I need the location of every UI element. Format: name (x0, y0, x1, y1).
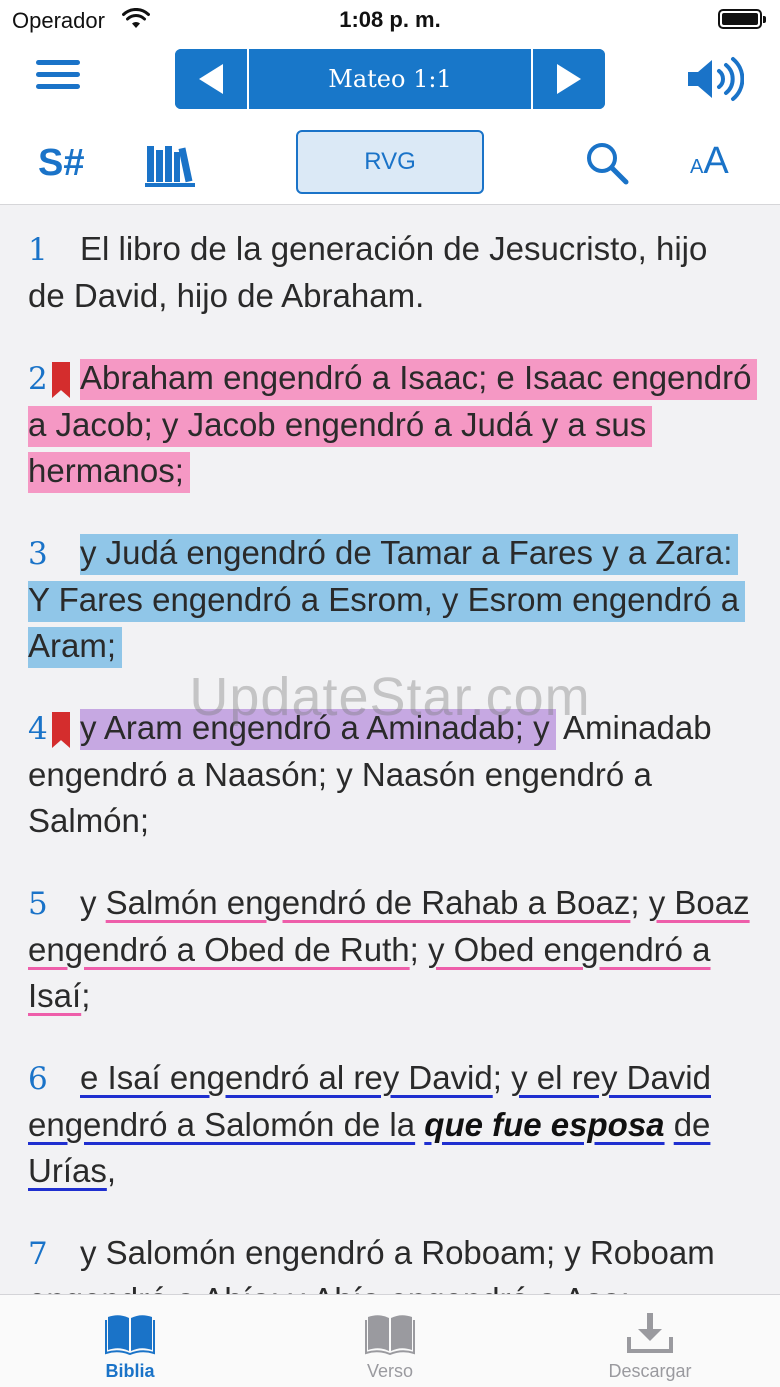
verse-4[interactable]: 4y Aram engendró a Aminadab; y Aminadab … (28, 705, 752, 844)
font-size-small-icon: A (690, 156, 704, 178)
font-size-large-icon: A (703, 140, 729, 182)
verse-text: y (80, 884, 97, 921)
search-icon[interactable] (584, 140, 630, 186)
verse-text-underlined: Salmón engendró de Rahab a Boaz (105, 884, 631, 921)
version-button[interactable]: RVG (296, 130, 484, 194)
verse-text-underlined: e Isaí engendró al rey David (80, 1059, 493, 1096)
verse-text-highlighted: Abraham engendró a Isaac; e Isaac engend… (28, 359, 758, 493)
tab-bar: Biblia Verso Descargar (0, 1294, 780, 1387)
previous-verse-button[interactable] (175, 49, 249, 109)
tab-label: Descargar (608, 1361, 692, 1381)
verse-text: El libro de la generación de Jesucristo,… (28, 230, 708, 314)
verse-number: 4 (28, 706, 80, 752)
tab-label: Verso (366, 1361, 414, 1381)
download-icon (627, 1313, 673, 1353)
arrow-right-icon (557, 64, 581, 94)
menu-icon[interactable] (36, 60, 80, 96)
verse-number: 2 (28, 356, 80, 402)
bookmark-icon (52, 362, 70, 398)
tab-verso[interactable]: Verso (260, 1295, 520, 1387)
open-book-icon (365, 1315, 415, 1355)
scripture-content[interactable]: 1 El libro de la generación de Jesucristo… (0, 206, 780, 1294)
status-bar: Operador 1:08 p. m. (0, 0, 780, 40)
verse-number: 5 (28, 886, 48, 922)
top-navigation: Mateo 1:1 S# RVG AA (0, 40, 780, 205)
speaker-icon[interactable] (684, 54, 744, 104)
library-icon[interactable] (145, 142, 197, 188)
tab-label: Biblia (105, 1361, 155, 1381)
verse-2[interactable]: 2 Abraham engendró a Isaac; e Isaac engen… (28, 355, 758, 494)
bookmark-icon (52, 712, 70, 748)
reference-button[interactable]: Mateo 1:1 (249, 49, 531, 109)
status-time: 1:08 p. m. (339, 7, 441, 32)
verse-1[interactable]: 1 El libro de la generación de Jesucristo… (28, 226, 752, 319)
chapter-navigator: Mateo 1:1 (175, 49, 605, 109)
verse-number: 1 (28, 232, 48, 268)
battery-icon (718, 9, 766, 29)
toolbar: S# RVG AA (0, 130, 780, 200)
verse-number: 7 (28, 1236, 48, 1272)
verse-text-italic: que fue esposa (424, 1106, 665, 1143)
tab-biblia[interactable]: Biblia (0, 1295, 260, 1387)
verse-6[interactable]: 6e Isaí engendró al rey David; y el rey … (28, 1055, 752, 1194)
arrow-left-icon (199, 64, 223, 94)
verse-3[interactable]: 3y Judá engendró de Tamar a Fares y a Za… (28, 530, 752, 669)
strongs-button[interactable]: S# (38, 142, 84, 185)
verse-number: 3 (28, 536, 48, 572)
verse-text: y Salomón engendró a Roboam; y Roboam en… (28, 1234, 715, 1294)
tab-descargar[interactable]: Descargar (520, 1295, 780, 1387)
verse-number: 6 (28, 1061, 48, 1097)
verse-text-highlighted: y Aram engendró a Aminadab; y (80, 709, 556, 750)
verse-7[interactable]: 7y Salomón engendró a Roboam; y Roboam e… (28, 1230, 752, 1294)
book-icon (105, 1315, 155, 1355)
verse-5[interactable]: 5y Salmón engendró de Rahab a Boaz; y Bo… (28, 880, 752, 1019)
font-size-button[interactable]: AA (690, 140, 729, 183)
next-verse-button[interactable] (531, 49, 605, 109)
verse-text-highlighted: y Judá engendró de Tamar a Fares y a Zar… (28, 534, 746, 668)
